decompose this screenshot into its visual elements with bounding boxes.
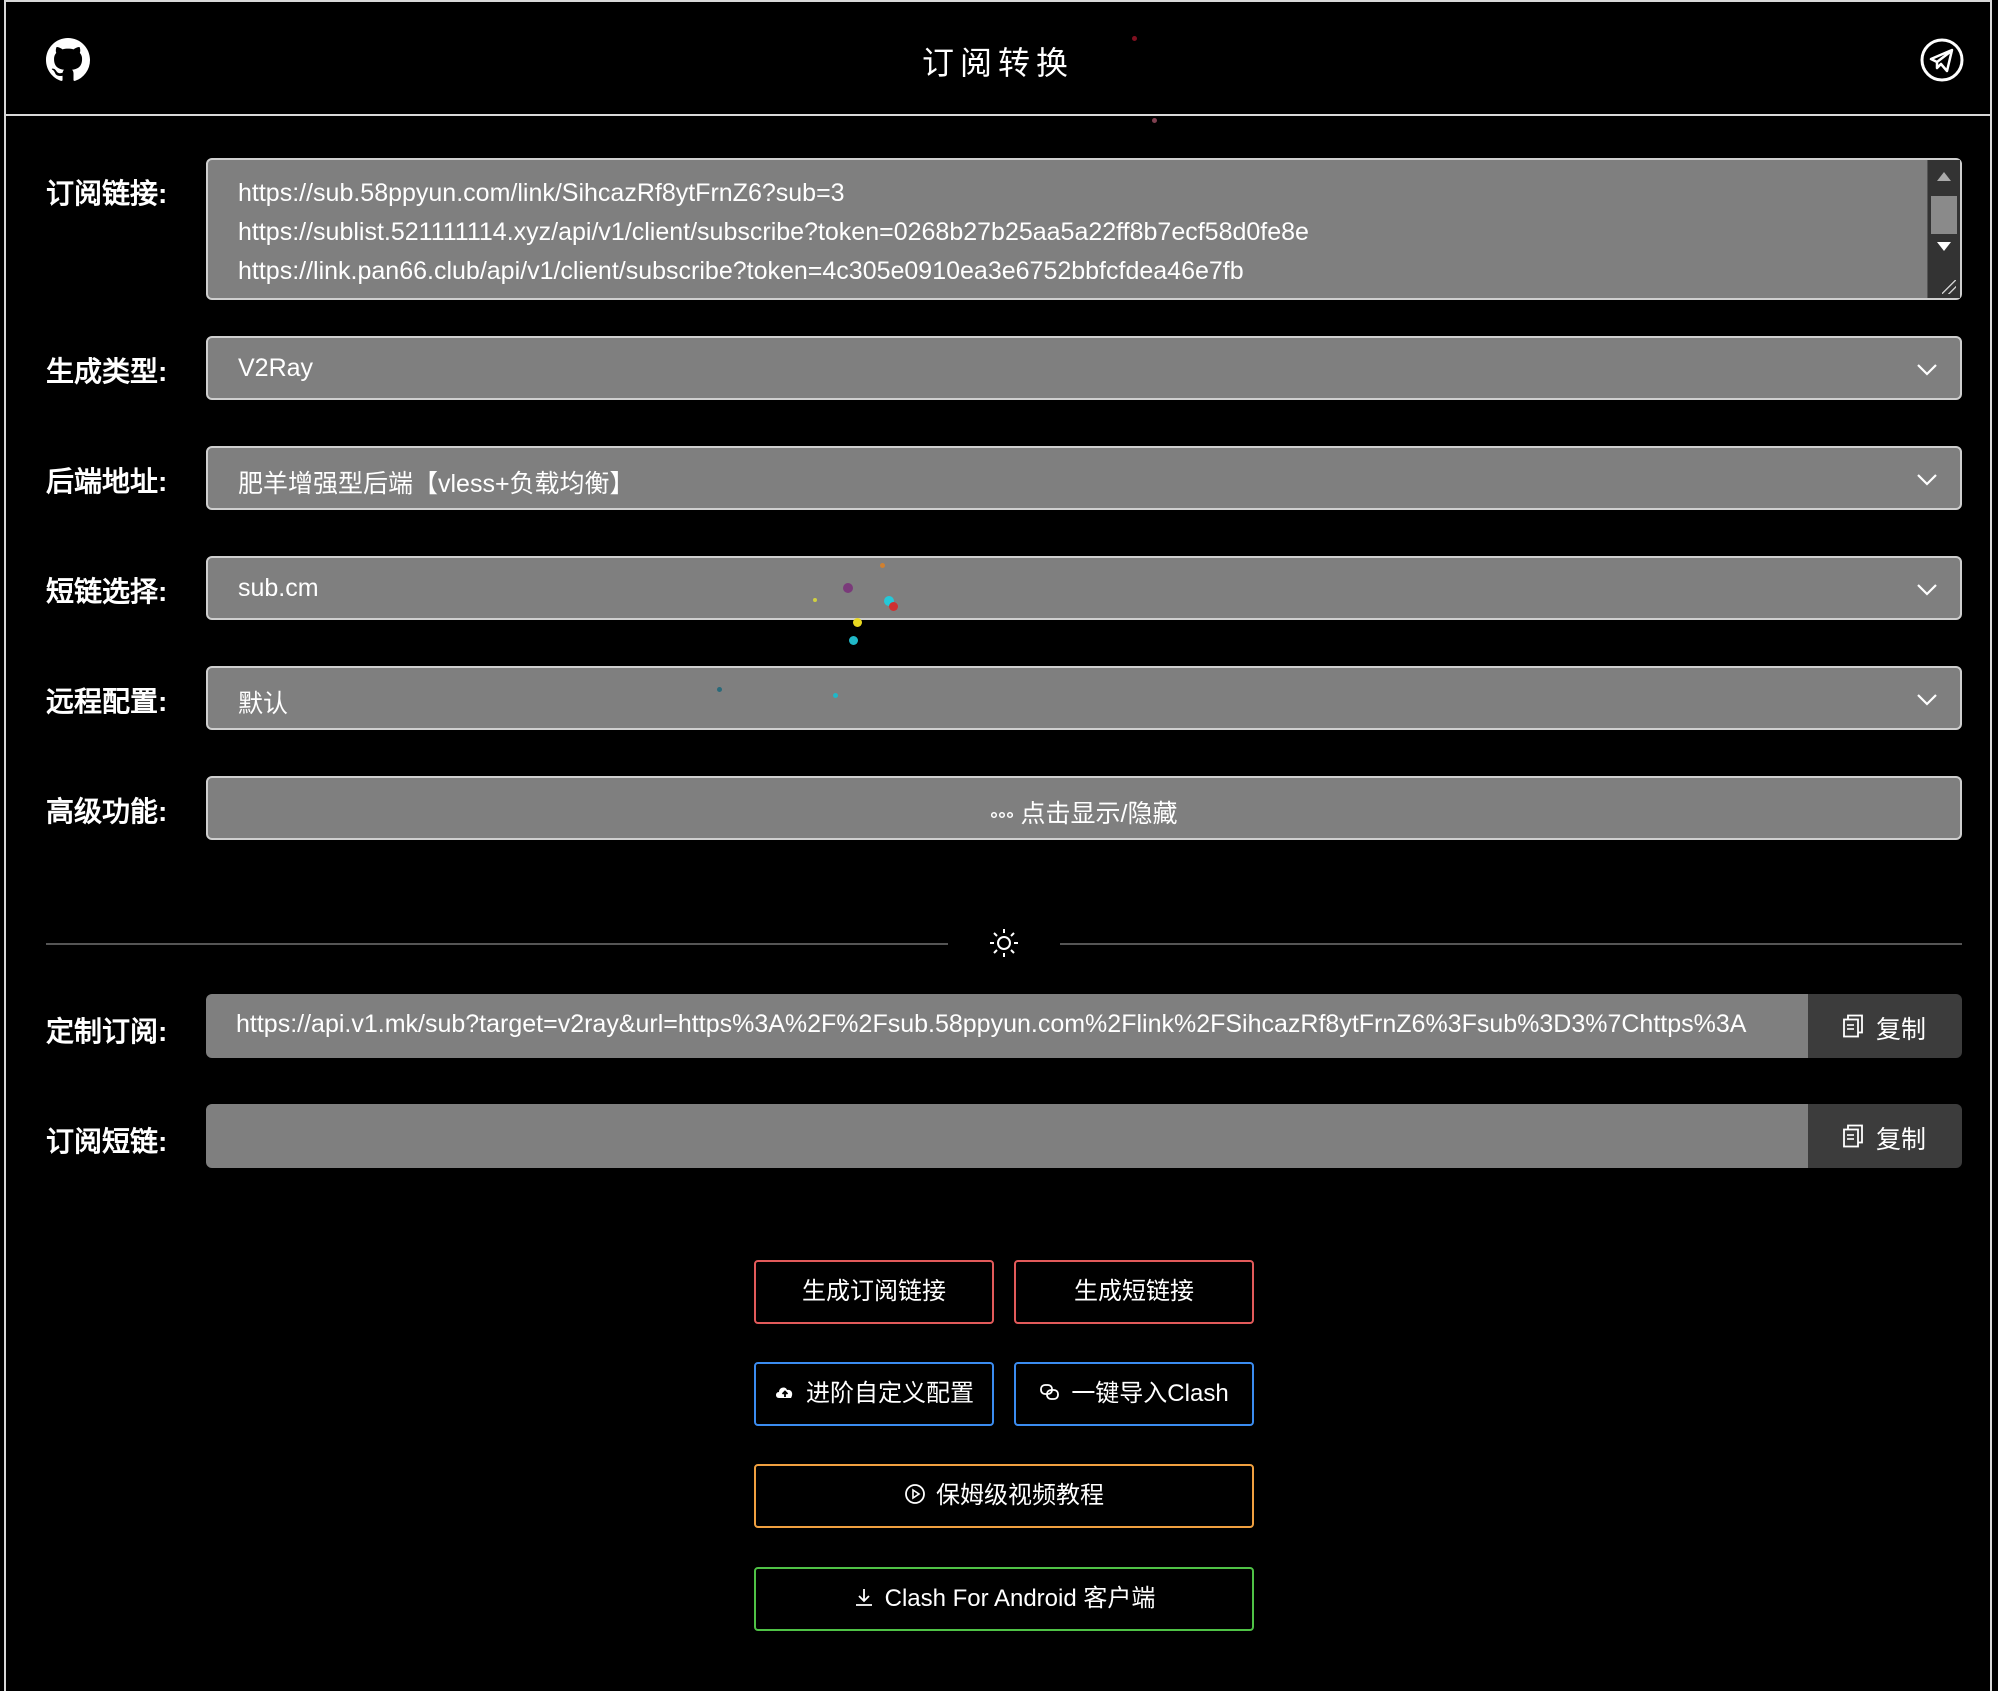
custom-sub-value: https://api.v1.mk/sub?target=v2ray&url=h…: [236, 1010, 1747, 1038]
remote-config-value: 默认: [238, 690, 289, 718]
subscription-line: https://sublist.521111114.xyz/api/v1/cli…: [238, 218, 1309, 246]
chevron-down-icon: [1917, 694, 1937, 706]
cloud-upload-icon: [776, 1387, 793, 1398]
chevron-down-icon: [1917, 584, 1937, 596]
header: 订阅转换: [6, 2, 1990, 116]
custom-sub-label: 定制订阅:: [46, 1016, 168, 1047]
backend-label: 后端地址:: [46, 466, 168, 497]
short-sub-label: 订阅短链:: [46, 1126, 168, 1157]
scroll-thumb[interactable]: [1931, 196, 1957, 234]
particle-dot: [813, 598, 817, 602]
advanced-toggle-button[interactable]: 点击显示/隐藏: [206, 776, 1962, 840]
shortlink-select[interactable]: sub.cm: [206, 556, 1962, 620]
advanced-label: 高级功能:: [46, 796, 168, 827]
divider-left: [46, 943, 948, 945]
particle-dot: [889, 602, 898, 611]
chevron-down-icon: [1917, 474, 1937, 486]
copy-icon: [1843, 1124, 1863, 1148]
particle-dot: [1152, 118, 1157, 123]
target-type-value: V2Ray: [238, 354, 314, 382]
copy-short-sub-button[interactable]: 复制: [1808, 1104, 1962, 1168]
custom-config-label: 进阶自定义配置: [806, 1380, 974, 1407]
generate-short-label: 生成短链接: [1074, 1278, 1194, 1305]
subscription-lines: https://sub.58ppyun.com/link/SihcazRf8yt…: [238, 174, 1309, 291]
short-sub-input[interactable]: [206, 1104, 1812, 1168]
cfa-download-label: Clash For Android 客户端: [884, 1585, 1156, 1612]
link-icon: [1040, 1383, 1060, 1400]
target-type-select[interactable]: V2Ray: [206, 336, 1962, 400]
resize-handle-icon[interactable]: [1942, 280, 1956, 294]
page-title: 订阅转换: [921, 45, 1074, 81]
divider-right: [1060, 943, 1962, 945]
subscription-textarea[interactable]: https://sub.58ppyun.com/link/SihcazRf8yt…: [206, 158, 1962, 300]
remote-config-label: 远程配置:: [46, 686, 168, 717]
generate-short-button[interactable]: 生成短链接: [1014, 1260, 1254, 1324]
advanced-toggle-label: 点击显示/隐藏: [1020, 800, 1178, 828]
import-clash-label: 一键导入Clash: [1071, 1380, 1229, 1407]
sun-icon: [990, 929, 1018, 957]
subscription-label: 订阅链接:: [46, 178, 168, 209]
generate-sub-button[interactable]: 生成订阅链接: [754, 1260, 994, 1324]
download-icon: [855, 1588, 872, 1606]
telegram-icon[interactable]: [1920, 38, 1964, 82]
particle-dot: [880, 563, 885, 568]
custom-config-button[interactable]: 进阶自定义配置: [754, 1362, 994, 1426]
scroll-up-icon[interactable]: [1937, 172, 1951, 181]
cfa-download-button[interactable]: Clash For Android 客户端: [754, 1567, 1254, 1631]
particle-dot: [717, 687, 722, 692]
shortlink-value: sub.cm: [238, 574, 319, 602]
particle-dot: [1132, 36, 1137, 41]
generate-sub-label: 生成订阅链接: [802, 1278, 946, 1305]
backend-select[interactable]: 肥羊增强型后端【vless+负载均衡】: [206, 446, 1962, 510]
copy-label: 复制: [1876, 1016, 1927, 1044]
remote-config-select[interactable]: 默认: [206, 666, 1962, 730]
video-tutorial-button[interactable]: 保姆级视频教程: [754, 1464, 1254, 1528]
particle-dot: [853, 618, 862, 627]
copy-icon: [1843, 1014, 1863, 1038]
particle-dot: [849, 636, 858, 645]
backend-value: 肥羊增强型后端【vless+负载均衡】: [238, 470, 635, 498]
target-type-label: 生成类型:: [46, 356, 168, 387]
subscription-line: https://sub.58ppyun.com/link/SihcazRf8yt…: [238, 179, 845, 207]
custom-sub-input[interactable]: https://api.v1.mk/sub?target=v2ray&url=h…: [206, 994, 1812, 1058]
particle-dot: [843, 583, 853, 593]
video-tutorial-label: 保姆级视频教程: [936, 1482, 1104, 1509]
particle-dot: [833, 693, 838, 698]
scroll-down-icon[interactable]: [1937, 242, 1951, 251]
shortlink-label: 短链选择:: [46, 576, 168, 607]
subscription-line: https://link.pan66.club/api/v1/client/su…: [238, 257, 1244, 285]
more-dots-icon: [990, 812, 1013, 819]
play-circle-icon: [905, 1483, 925, 1504]
copy-custom-sub-button[interactable]: 复制: [1808, 994, 1962, 1058]
import-clash-button[interactable]: 一键导入Clash: [1014, 1362, 1254, 1426]
copy-label: 复制: [1876, 1126, 1927, 1154]
textarea-scrollbar[interactable]: [1927, 160, 1960, 298]
chevron-down-icon: [1917, 364, 1937, 376]
